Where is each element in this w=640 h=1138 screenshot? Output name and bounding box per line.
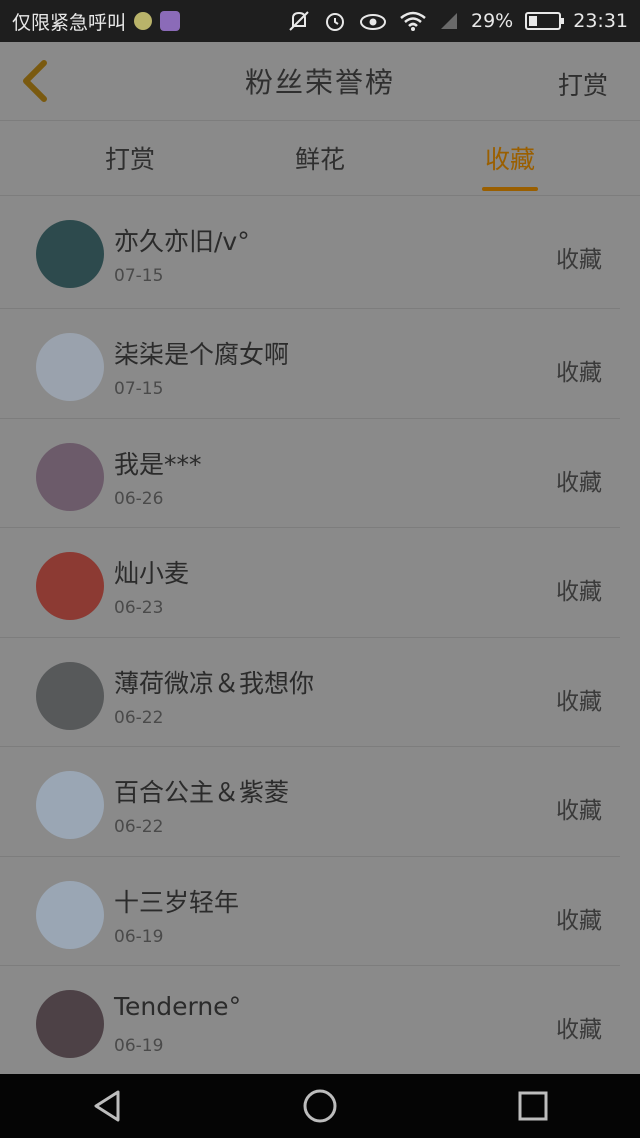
list-item[interactable]: 灿小麦 06-23 收藏 (0, 528, 620, 638)
fan-list: 亦久亦旧/v° 07-15 收藏 柒柒是个腐女啊 07-15 收藏 我是*** … (0, 196, 640, 1076)
list-item[interactable]: 亦久亦旧/v° 07-15 收藏 (0, 196, 620, 309)
back-chevron-icon (23, 60, 47, 102)
user-name: 十三岁轻年 (114, 887, 240, 917)
item-date: 07-15 (114, 266, 164, 286)
system-nav-bar (0, 1074, 640, 1138)
item-action-label: 收藏 (556, 579, 602, 605)
tab-flowers[interactable]: 鲜花 (250, 121, 390, 195)
back-button[interactable] (14, 58, 54, 104)
list-item[interactable]: 薄荷微凉＆我想你 06-22 收藏 (0, 638, 620, 747)
item-action-label: 收藏 (556, 360, 602, 386)
user-name: Tenderne° (114, 992, 242, 1021)
avatar[interactable] (36, 442, 104, 511)
list-item[interactable]: 百合公主＆紫菱 06-22 收藏 (0, 747, 620, 857)
nav-home-button[interactable] (290, 1076, 350, 1136)
item-action-label: 收藏 (556, 798, 602, 824)
item-date: 06-26 (114, 488, 164, 509)
status-bar: 仅限紧急呼叫 29% 23:31 (0, 0, 640, 42)
tab-label: 鲜花 (294, 145, 345, 174)
user-name: 我是*** (114, 449, 202, 479)
item-action-label: 收藏 (556, 247, 602, 273)
tab-label: 收藏 (484, 145, 535, 174)
avatar[interactable] (36, 333, 104, 401)
user-name: 亦久亦旧/v° (114, 227, 250, 256)
avatar[interactable] (36, 552, 104, 620)
reward-button[interactable]: 打赏 (558, 66, 608, 102)
item-date: 07-15 (114, 379, 164, 399)
avatar[interactable] (36, 990, 104, 1058)
tab-label: 打赏 (104, 145, 155, 174)
emoji-icon (134, 12, 153, 30)
list-item[interactable]: 我是*** 06-26 收藏 (0, 419, 620, 528)
nav-back-button[interactable] (77, 1076, 137, 1136)
header-bar: 粉丝荣誉榜 打赏 (0, 42, 640, 121)
list-item[interactable]: Tenderne° 06-19 收藏 (0, 966, 620, 1076)
item-date: 06-23 (114, 598, 164, 618)
list-item[interactable]: 柒柒是个腐女啊 07-15 收藏 (0, 309, 620, 419)
item-action-label: 收藏 (556, 1017, 602, 1043)
mute-icon (289, 11, 309, 31)
item-action-label: 收藏 (556, 688, 602, 715)
tab-active-indicator (482, 187, 538, 191)
item-action-label: 收藏 (556, 907, 602, 934)
user-name: 灿小麦 (114, 559, 190, 588)
battery-fill (529, 16, 538, 26)
item-date: 06-19 (114, 1036, 164, 1056)
back-triangle-icon (94, 1090, 120, 1122)
page-title: 粉丝荣誉榜 (244, 66, 395, 99)
carrier-text: 仅限紧急呼叫 (12, 11, 127, 34)
user-name: 柒柒是个腐女啊 (114, 340, 290, 369)
clock-time: 23:31 (573, 10, 628, 32)
tab-bar: 打赏 鲜花 收藏 (0, 121, 640, 196)
item-action-label: 收藏 (556, 469, 602, 496)
nav-recents-button[interactable] (503, 1076, 563, 1136)
item-date: 06-19 (114, 926, 164, 947)
signal-icon (441, 13, 457, 29)
tab-favorites[interactable]: 收藏 (440, 121, 580, 195)
user-name: 百合公主＆紫菱 (114, 778, 290, 807)
gallery-icon (160, 11, 181, 31)
item-date: 06-22 (114, 707, 164, 728)
list-item[interactable]: 十三岁轻年 06-19 收藏 (0, 857, 620, 966)
battery-percent: 29% (471, 10, 514, 32)
alarm-icon (326, 13, 344, 31)
battery-icon (525, 12, 565, 30)
tab-reward[interactable]: 打赏 (60, 121, 200, 195)
home-circle-icon (303, 1089, 337, 1123)
item-date: 06-22 (114, 817, 164, 837)
eye-icon (360, 14, 386, 30)
avatar[interactable] (36, 880, 104, 949)
recents-square-icon (518, 1091, 548, 1121)
avatar[interactable] (36, 771, 104, 839)
avatar[interactable] (36, 220, 104, 288)
user-name: 薄荷微凉＆我想你 (114, 668, 315, 698)
wifi-icon (400, 11, 426, 31)
avatar[interactable] (36, 661, 104, 730)
